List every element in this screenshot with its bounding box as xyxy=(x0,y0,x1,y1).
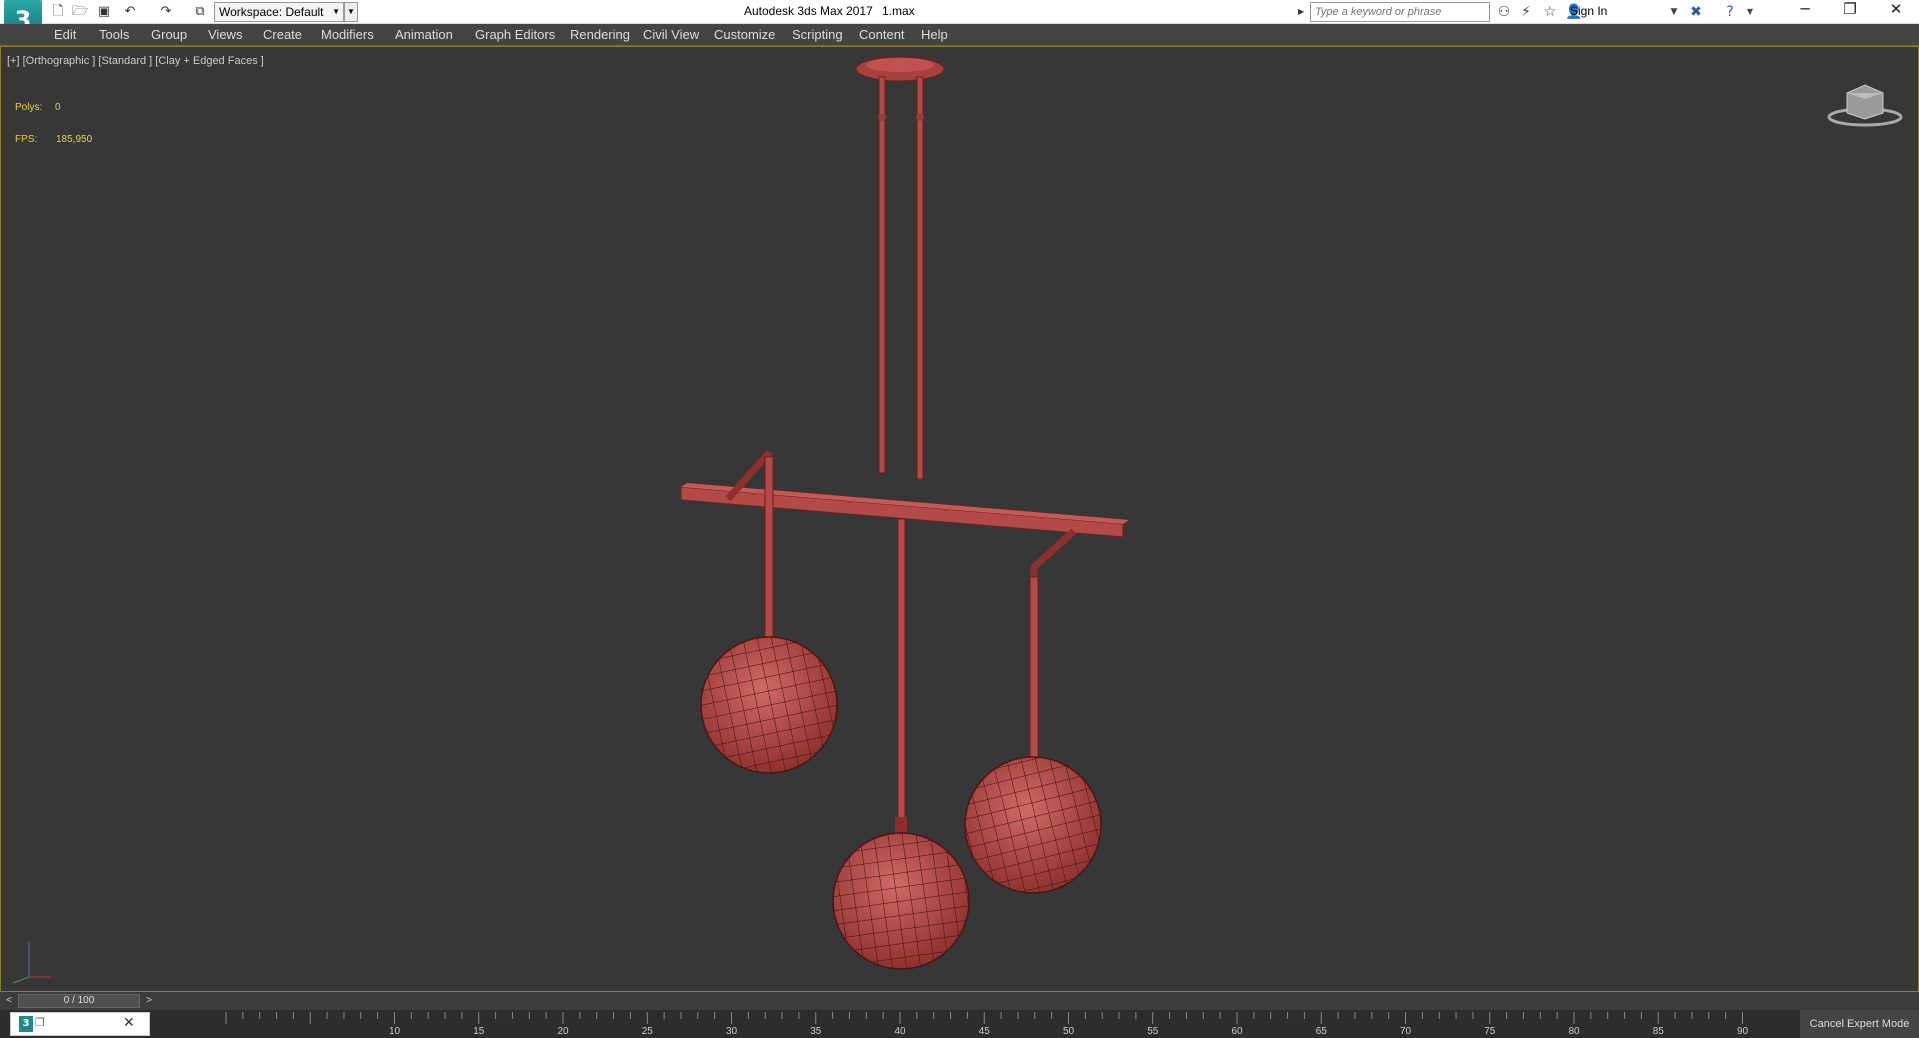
workspace-label: Workspace: Default xyxy=(219,5,324,19)
search-expand-icon[interactable]: ▶ xyxy=(1298,2,1310,22)
status-bar: 3 ❐ ✕ 10 15 20 25 30 35 40 45 50 55 60 65 70 75 80 85 90… xyxy=(0,1010,1919,1038)
frame-tick-label: 65 xyxy=(1315,1026,1327,1037)
next-frame-button[interactable]: > xyxy=(142,994,156,1008)
cancel-expert-mode-button[interactable]: Cancel Expert Mode xyxy=(1800,1010,1919,1038)
window-restore-icon[interactable]: ❐ xyxy=(35,1016,45,1029)
menu-create[interactable]: Create xyxy=(263,27,302,42)
close-icon[interactable]: ✕ xyxy=(1873,0,1919,24)
help-icon[interactable]: ? xyxy=(1720,2,1740,22)
frame-tick-label: 35 xyxy=(810,1026,822,1037)
menu-scripting[interactable]: Scripting xyxy=(792,27,843,42)
satellite-icon[interactable]: ⚡ xyxy=(1516,2,1536,22)
menu-content[interactable]: Content xyxy=(859,27,905,42)
star-icon[interactable]: ☆ xyxy=(1540,2,1560,22)
app-title: Autodesk 3ds Max 2017 xyxy=(744,4,873,18)
frame-tick-label: 75 xyxy=(1484,1026,1496,1037)
search-field[interactable] xyxy=(1310,2,1490,22)
undo-icon[interactable]: ↶ xyxy=(120,2,140,22)
sign-in-button[interactable]: Sign In xyxy=(1570,4,1607,18)
frame-tick-label: 30 xyxy=(725,1026,738,1037)
menu-edit[interactable]: Edit xyxy=(54,27,76,42)
menu-tools[interactable]: Tools xyxy=(99,27,129,42)
time-slider[interactable]: 0 / 100 xyxy=(18,994,140,1008)
close-icon[interactable]: ✕ xyxy=(123,1015,135,1031)
open-file-icon[interactable]: 🗁 xyxy=(70,2,90,22)
search-input[interactable] xyxy=(1315,6,1489,18)
frame-tick-label: 20 xyxy=(557,1026,569,1037)
save-icon[interactable]: ▣ xyxy=(94,2,114,22)
project-icon[interactable]: ⧉ xyxy=(190,2,210,22)
menu-graph-editors[interactable]: Graph Editors xyxy=(475,27,555,42)
workspace-dropdown[interactable]: Workspace: Default ▼ xyxy=(214,2,344,22)
frame-tick-label: 60 xyxy=(1231,1026,1243,1037)
redo-icon[interactable]: ↷ xyxy=(156,2,176,22)
menu-bar: Edit Tools Group Views Create Modifiers … xyxy=(0,24,1919,46)
frame-tick-label: 40 xyxy=(894,1026,906,1037)
chandelier-model[interactable] xyxy=(1,47,1918,991)
chevron-down-icon: ▼ xyxy=(332,7,340,16)
frame-tick-label: 70 xyxy=(1399,1026,1412,1037)
frame-tick-label: 45 xyxy=(978,1026,990,1037)
exchange-icon[interactable]: ✖ xyxy=(1686,2,1706,22)
binoculars-icon[interactable]: ⚇ xyxy=(1494,2,1514,22)
menu-help[interactable]: Help xyxy=(921,27,948,42)
workspace-menu-button[interactable]: ▼ xyxy=(344,2,358,22)
new-file-icon[interactable]: 🗋 xyxy=(48,2,68,22)
frame-tick-label: 80 xyxy=(1568,1026,1580,1037)
app-mini-icon: 3 xyxy=(19,1016,33,1032)
frame-tick-label: 50 xyxy=(1062,1026,1075,1037)
restore-icon[interactable]: ❐ xyxy=(1827,0,1873,24)
help-menu-icon[interactable]: ▼ xyxy=(1740,2,1760,22)
chevron-down-icon[interactable]: ▼ xyxy=(1664,2,1684,22)
frame-tick-label: 10 xyxy=(388,1026,401,1037)
frame-tick-label: 55 xyxy=(1147,1026,1159,1037)
mini-listener[interactable]: 3 ❐ ✕ xyxy=(10,1012,150,1036)
frame-tick-label: 90 xyxy=(1736,1026,1749,1037)
frame-tick-label: 85 xyxy=(1652,1026,1664,1037)
time-slider-bar: < 0 / 100 > xyxy=(0,992,1919,1010)
menu-rendering[interactable]: Rendering xyxy=(570,27,630,42)
minimize-icon[interactable]: ─ xyxy=(1782,0,1828,24)
frame-tick-label: 15 xyxy=(473,1026,485,1037)
title-bar: 3 🗋 🗁 ▣ ↶ ↷ ⧉ Workspace: Default ▼ ▼ Aut… xyxy=(0,0,1919,44)
menu-group[interactable]: Group xyxy=(151,27,187,42)
file-name: 1.max xyxy=(882,4,915,18)
perspective-viewport[interactable]: [+] [Orthographic ] [Standard ] [Clay + … xyxy=(0,46,1919,992)
prev-frame-button[interactable]: < xyxy=(2,994,16,1008)
menu-modifiers[interactable]: Modifiers xyxy=(321,27,374,42)
menu-views[interactable]: Views xyxy=(208,27,242,42)
menu-customize[interactable]: Customize xyxy=(714,27,775,42)
frame-tick-label: 25 xyxy=(641,1026,653,1037)
menu-animation[interactable]: Animation xyxy=(395,27,453,42)
menu-civil-view[interactable]: Civil View xyxy=(643,27,699,42)
